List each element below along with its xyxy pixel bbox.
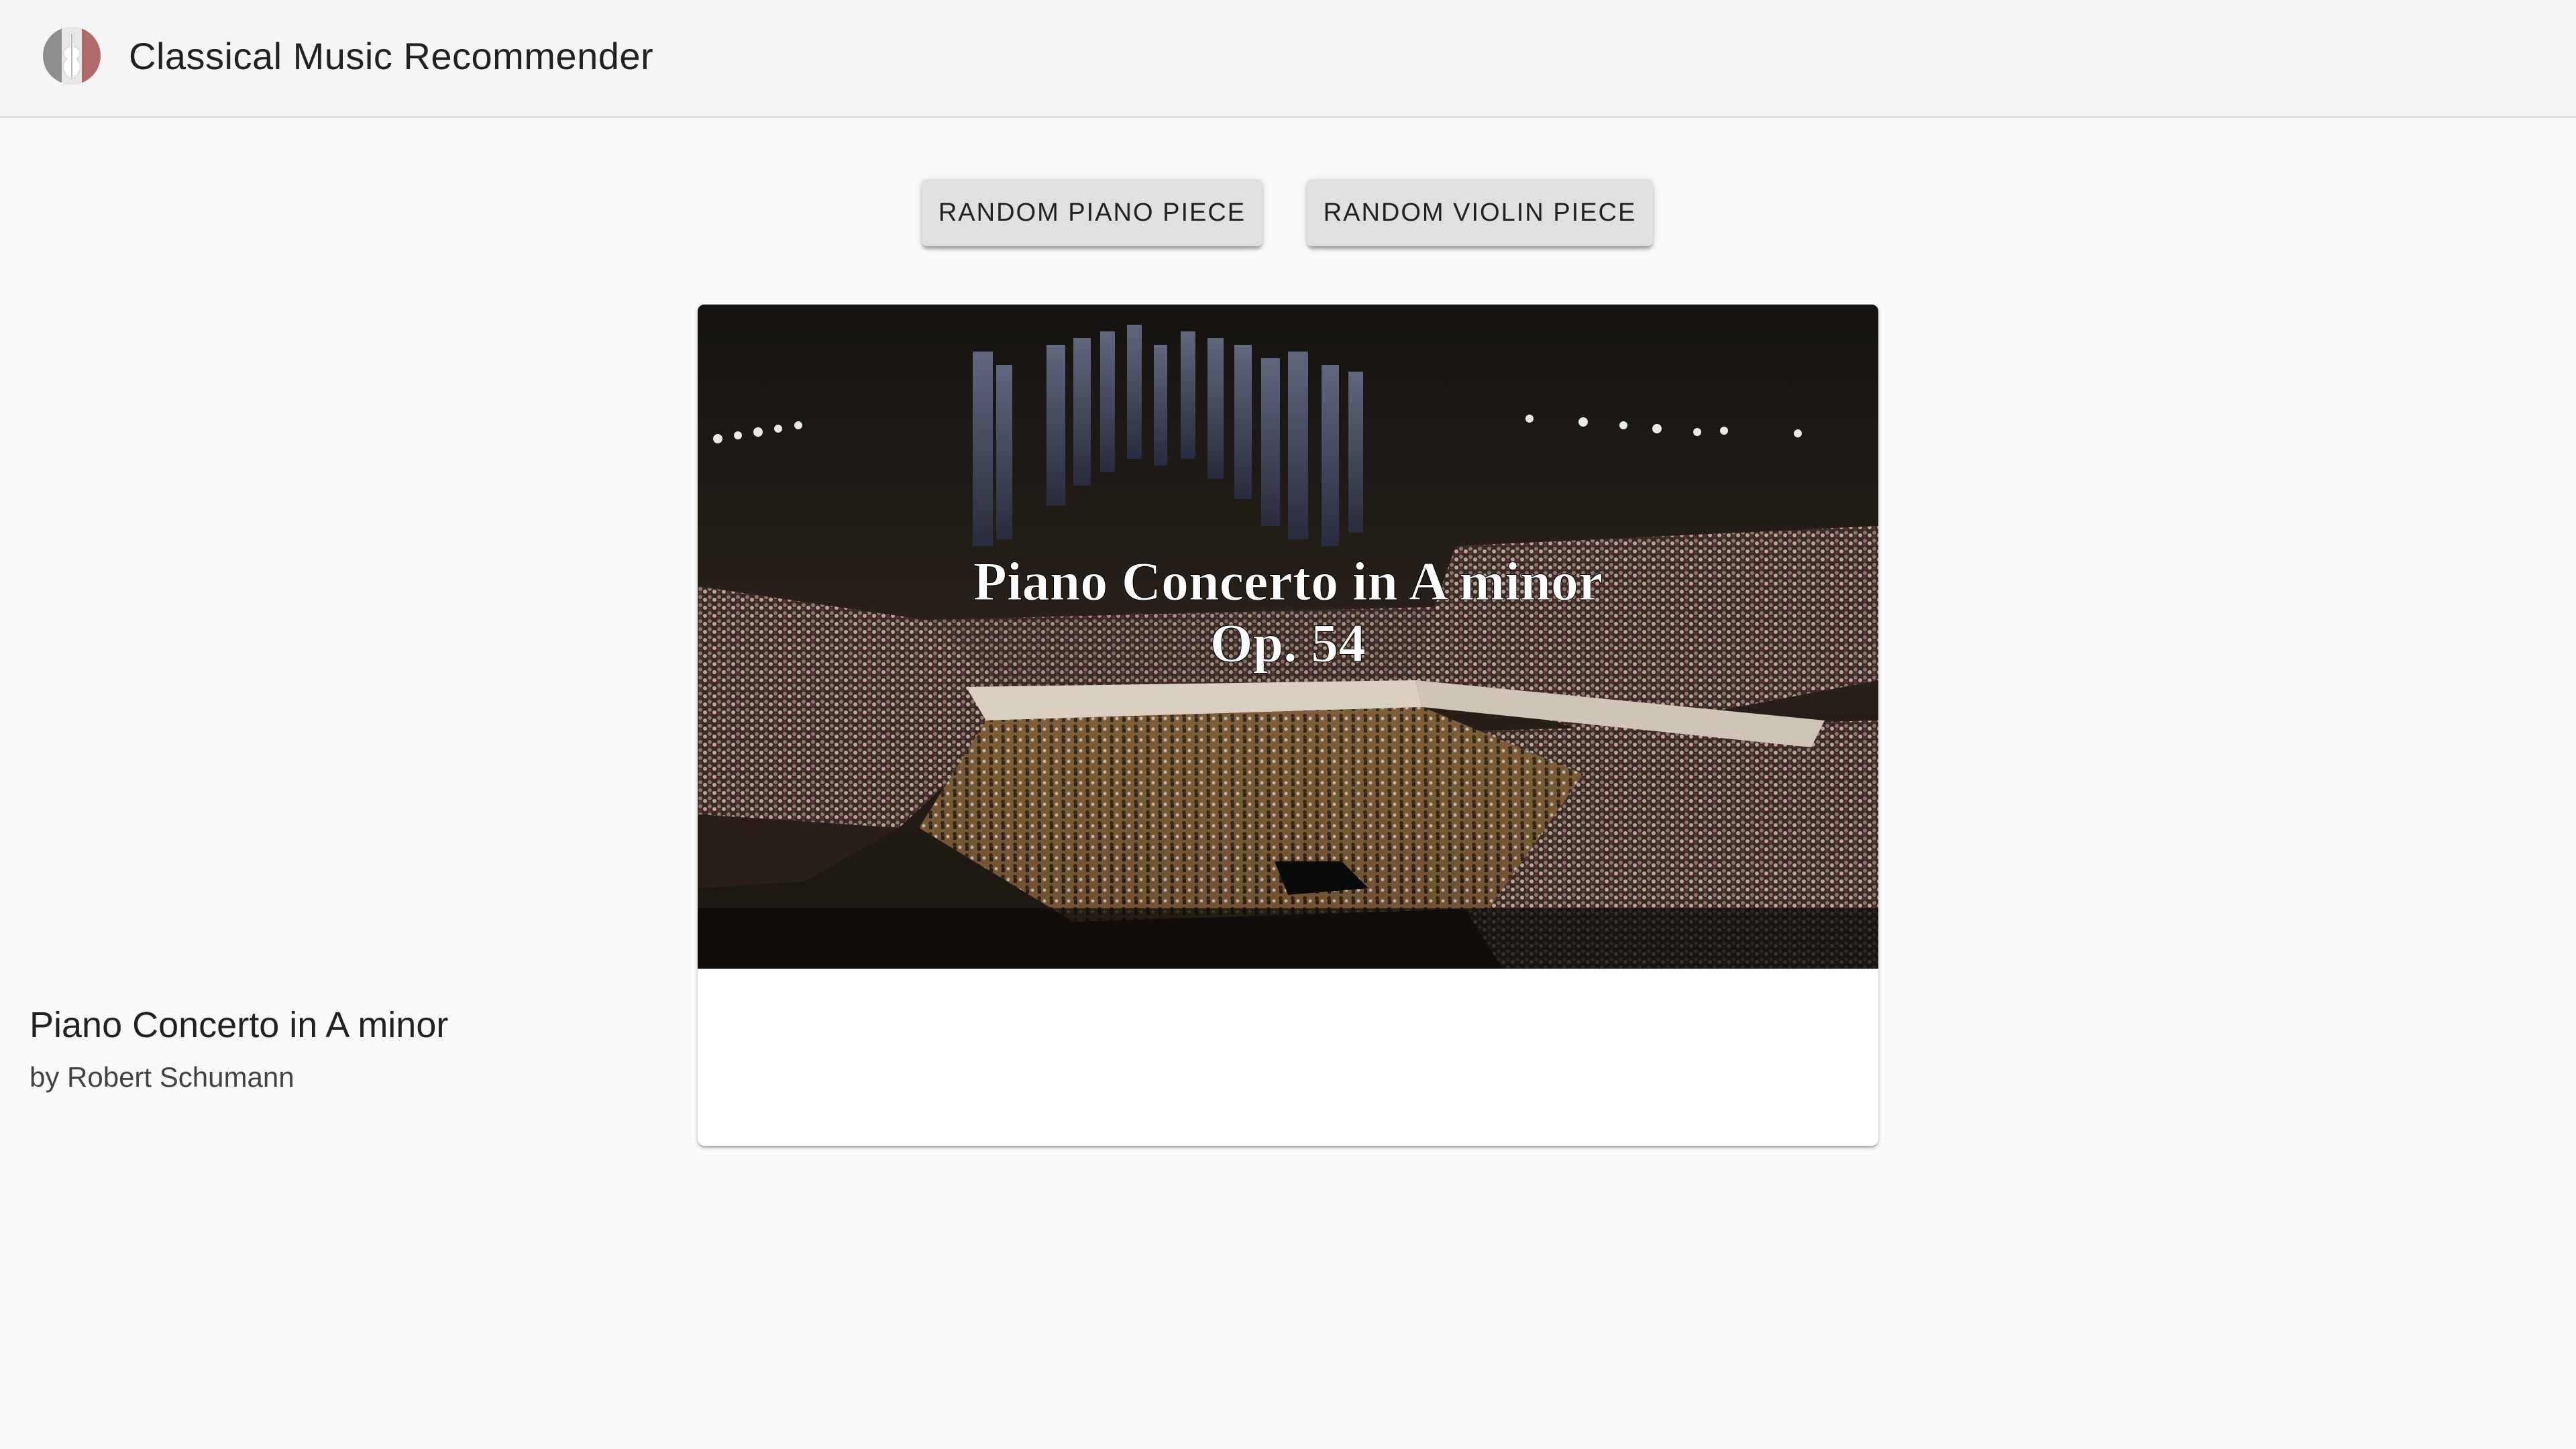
app-title: Classical Music Recommender (129, 35, 654, 77)
piece-title: Piano Concerto in A minor (30, 1005, 449, 1045)
piece-composer: by Robert Schumann (30, 1061, 294, 1093)
random-violin-button[interactable]: Random Violin Piece (1307, 179, 1653, 246)
concert-hall-image: Piano Concerto in A minor Op. 54 (698, 305, 1878, 969)
recommendation-card: Piano Concerto in A minor Op. 54 (698, 305, 1878, 1146)
video-thumbnail[interactable]: Piano Concerto in A minor Op. 54 (698, 305, 1878, 969)
random-piano-button[interactable]: Random Piano Piece (922, 179, 1263, 246)
violin-logo-icon (43, 27, 101, 85)
thumbnail-title-line2: Op. 54 (1210, 612, 1366, 674)
app-bar: Classical Music Recommender (0, 0, 2576, 118)
thumbnail-title-line1: Piano Concerto in A minor (973, 551, 1603, 612)
